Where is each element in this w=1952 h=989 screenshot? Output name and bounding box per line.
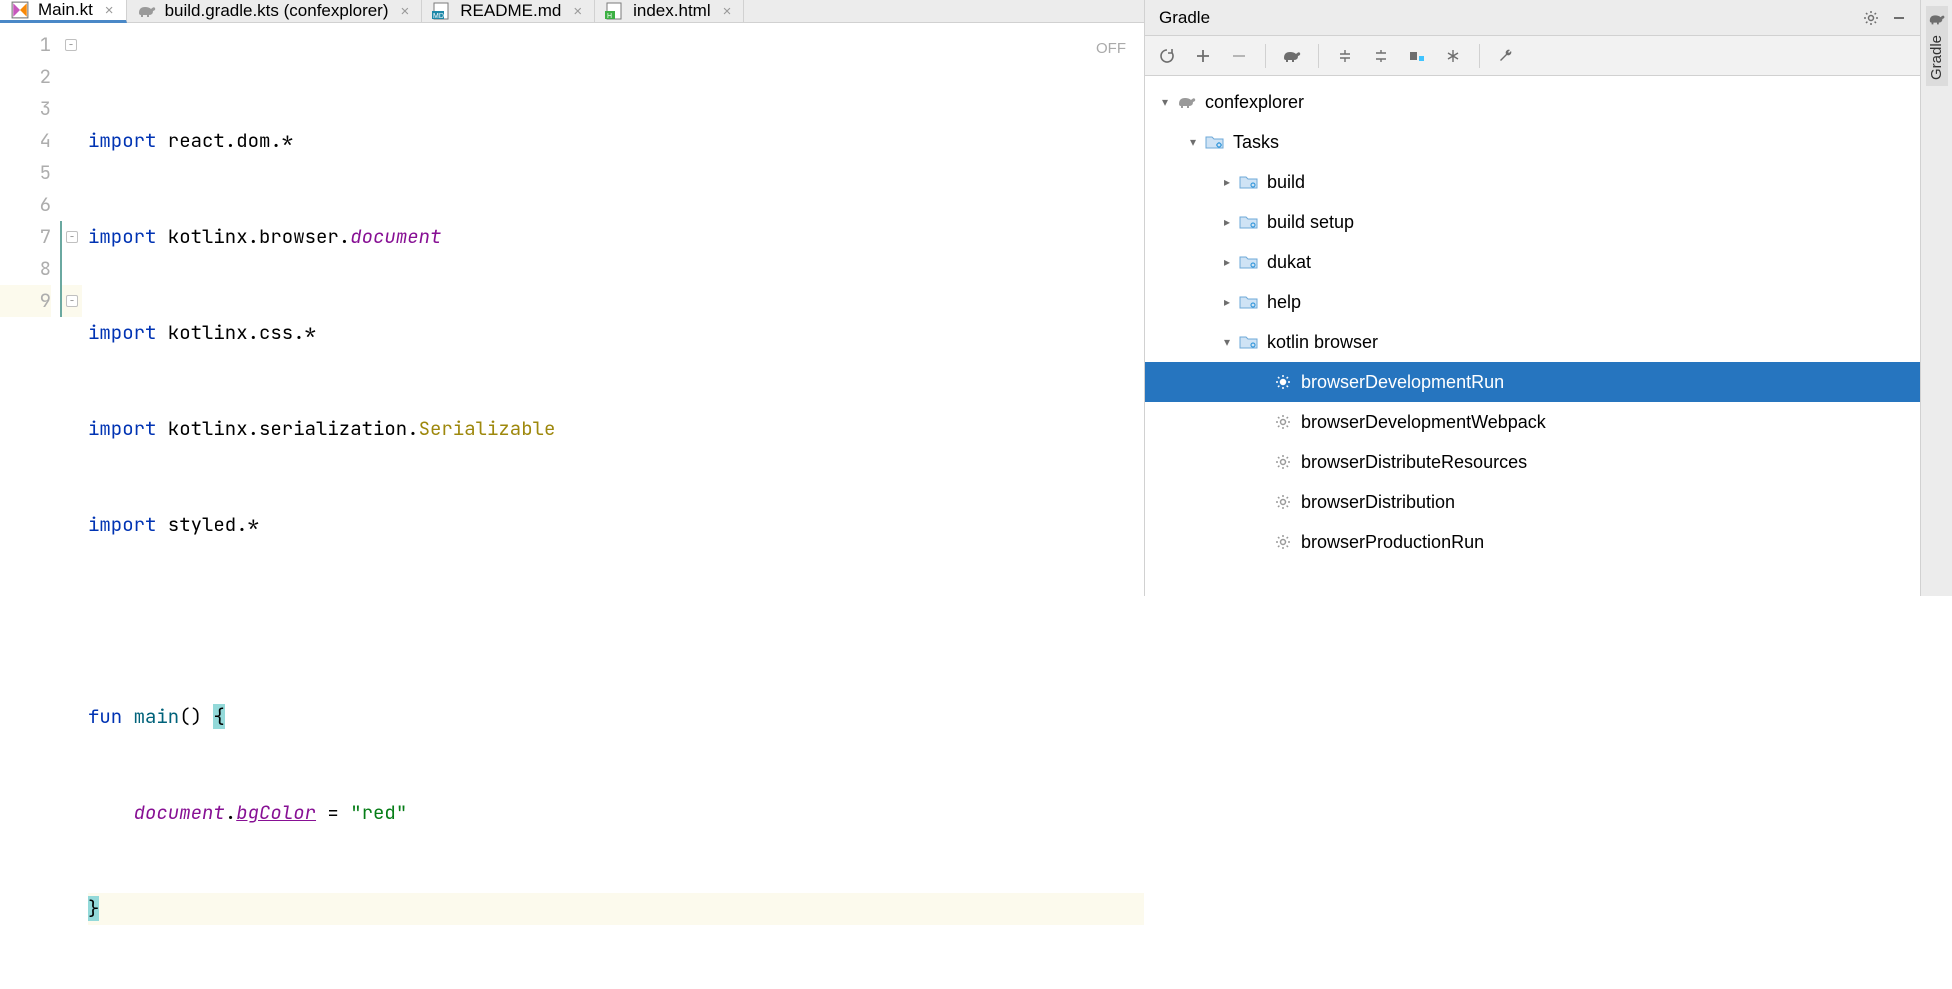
tree-group-dukat[interactable]: ▸ dukat <box>1145 242 1920 282</box>
svg-text:MD: MD <box>433 13 444 20</box>
tree-label: browserProductionRun <box>1301 532 1484 553</box>
tab-label: README.md <box>460 1 561 21</box>
folder-gear-icon <box>1237 294 1261 310</box>
folder-gear-icon <box>1203 134 1227 150</box>
tab-label: index.html <box>633 1 710 21</box>
tree-group-build[interactable]: ▸ build <box>1145 162 1920 202</box>
tree-group-help[interactable]: ▸ help <box>1145 282 1920 322</box>
tab-label: build.gradle.kts (confexplorer) <box>165 1 389 21</box>
html-file-icon: H <box>605 1 625 21</box>
code-area[interactable]: OFF import react.dom.* import kotlinx.br… <box>82 23 1144 989</box>
task-browserProductionRun[interactable]: browserProductionRun <box>1145 522 1920 562</box>
folder-gear-icon <box>1237 254 1261 270</box>
task-browserDistribution[interactable]: browserDistribution <box>1145 482 1920 522</box>
chevron-right-icon[interactable]: ▸ <box>1217 295 1237 309</box>
markdown-file-icon: MD <box>432 1 452 21</box>
tab-build-gradle[interactable]: build.gradle.kts (confexplorer) × <box>127 0 423 22</box>
remove-icon[interactable] <box>1225 42 1253 70</box>
tree-tasks[interactable]: ▾ Tasks <box>1145 122 1920 162</box>
gradle-elephant-icon[interactable] <box>1278 42 1306 70</box>
tree-label: kotlin browser <box>1267 332 1378 353</box>
task-browserDevelopmentWebpack[interactable]: browserDevelopmentWebpack <box>1145 402 1920 442</box>
minimize-icon[interactable] <box>1888 7 1910 29</box>
tree-label: build setup <box>1267 212 1354 233</box>
fold-marker-icon[interactable]: − <box>65 39 77 51</box>
tree-label: Tasks <box>1233 132 1279 153</box>
offline-mode-icon[interactable] <box>1439 42 1467 70</box>
gradle-elephant-icon <box>137 1 157 21</box>
tree-label: help <box>1267 292 1301 313</box>
tool-tab-label: Gradle <box>1928 35 1945 80</box>
chevron-down-icon[interactable]: ▾ <box>1217 335 1237 349</box>
gradle-tree[interactable]: ▾ confexplorer ▾ Tasks ▸ build ▸ build s… <box>1145 76 1920 596</box>
gradle-title: Gradle <box>1159 8 1210 28</box>
add-icon[interactable] <box>1189 42 1217 70</box>
wrench-icon[interactable] <box>1492 42 1520 70</box>
fold-gutter: − − − <box>60 23 82 989</box>
gradle-tool-window: Gradle ▾ confexplorer ▾ Tasks ▸ <box>1144 0 1920 596</box>
fold-marker-icon[interactable]: − <box>66 295 78 307</box>
gradle-header: Gradle <box>1145 0 1920 36</box>
tree-label: confexplorer <box>1205 92 1304 113</box>
gear-icon <box>1271 494 1295 510</box>
inspection-status[interactable]: OFF <box>1096 33 1126 65</box>
refresh-icon[interactable] <box>1153 42 1181 70</box>
toolbar-separator <box>1318 44 1319 68</box>
tree-label: browserDevelopmentWebpack <box>1301 412 1546 433</box>
chevron-down-icon[interactable]: ▾ <box>1183 135 1203 149</box>
task-browserDistributeResources[interactable]: browserDistributeResources <box>1145 442 1920 482</box>
close-icon[interactable]: × <box>401 3 410 20</box>
gear-icon <box>1271 414 1295 430</box>
toolbar-separator <box>1479 44 1480 68</box>
gradle-tool-tab[interactable]: Gradle <box>1926 6 1948 86</box>
close-icon[interactable]: × <box>105 2 114 19</box>
editor-pane: Main.kt × build.gradle.kts (confexplorer… <box>0 0 1144 596</box>
tree-group-kotlin-browser[interactable]: ▾ kotlin browser <box>1145 322 1920 362</box>
gear-icon <box>1271 374 1295 390</box>
gradle-elephant-icon <box>1928 12 1946 29</box>
svg-text:H: H <box>607 13 612 20</box>
gear-icon[interactable] <box>1860 7 1882 29</box>
tab-readme[interactable]: MD README.md × <box>422 0 595 22</box>
tree-label: browserDistribution <box>1301 492 1455 513</box>
line-number-gutter: 1 2 3 4 5 6 7 8 9 <box>0 23 60 989</box>
collapse-all-icon[interactable] <box>1367 42 1395 70</box>
chevron-right-icon[interactable]: ▸ <box>1217 175 1237 189</box>
tree-label: build <box>1267 172 1305 193</box>
task-browserDevelopmentRun[interactable]: browserDevelopmentRun <box>1145 362 1920 402</box>
tree-label: dukat <box>1267 252 1311 273</box>
folder-gear-icon <box>1237 334 1261 350</box>
gradle-toolbar <box>1145 36 1920 76</box>
chevron-right-icon[interactable]: ▸ <box>1217 255 1237 269</box>
tab-index-html[interactable]: H index.html × <box>595 0 744 22</box>
close-icon[interactable]: × <box>573 3 582 20</box>
tree-group-build-setup[interactable]: ▸ build setup <box>1145 202 1920 242</box>
right-tool-strip: Gradle <box>1920 0 1952 596</box>
kotlin-file-icon <box>10 0 30 20</box>
expand-all-icon[interactable] <box>1331 42 1359 70</box>
gear-icon <box>1271 454 1295 470</box>
folder-gear-icon <box>1237 174 1261 190</box>
gear-icon <box>1271 534 1295 550</box>
fold-marker-icon[interactable]: − <box>66 231 78 243</box>
editor-tab-bar: Main.kt × build.gradle.kts (confexplorer… <box>0 0 1144 23</box>
toolbar-separator <box>1265 44 1266 68</box>
tab-label: Main.kt <box>38 0 93 20</box>
tab-main-kt[interactable]: Main.kt × <box>0 0 127 23</box>
folder-gear-icon <box>1237 214 1261 230</box>
tree-label: browserDistributeResources <box>1301 452 1527 473</box>
tree-label: browserDevelopmentRun <box>1301 372 1504 393</box>
tree-root[interactable]: ▾ confexplorer <box>1145 82 1920 122</box>
code-editor[interactable]: 1 2 3 4 5 6 7 8 9 − − − OFF import react… <box>0 23 1144 989</box>
chevron-down-icon[interactable]: ▾ <box>1155 95 1175 109</box>
chevron-right-icon[interactable]: ▸ <box>1217 215 1237 229</box>
close-icon[interactable]: × <box>723 3 732 20</box>
show-dependencies-icon[interactable] <box>1403 42 1431 70</box>
gradle-elephant-icon <box>1175 95 1199 109</box>
